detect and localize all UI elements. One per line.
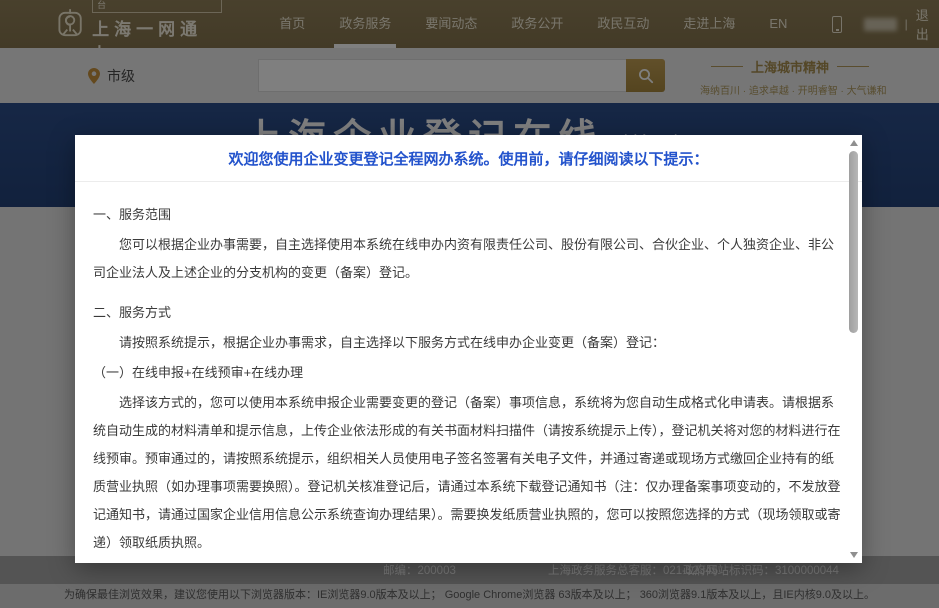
modal-title: 欢迎您使用企业变更登记全程网办系统。使用前，请仔细阅读以下提示： [75,135,862,182]
modal-paragraph: 您可以根据企业办事需要，自主选择使用本系统在线申办内资有限责任公司、股份有限公司… [93,231,842,287]
modal-section-heading: 一、服务范围 [93,201,842,229]
scroll-up-arrow-icon[interactable] [850,140,858,146]
scrollbar-thumb[interactable] [849,151,858,333]
welcome-notice-modal: 欢迎您使用企业变更登记全程网办系统。使用前，请仔细阅读以下提示： 一、服务范围 … [75,135,862,563]
scroll-down-arrow-icon[interactable] [850,552,858,558]
modal-scrollbar[interactable] [848,137,860,561]
modal-list-item: （一）在线申报+在线预审+在线办理 [93,359,842,387]
page: 全国一体化在线政务服务平台 上海一网通办 首页 政务服务 要闻动态 政务公开 政… [0,0,939,608]
modal-section-heading: 二、服务方式 [93,299,842,327]
modal-list-item: （二）在线申报+在线预审+线下办理 [93,559,842,563]
modal-body: 一、服务范围 您可以根据企业办事需要，自主选择使用本系统在线申办内资有限责任公司… [75,183,846,563]
modal-paragraph: 请按照系统提示，根据企业办事需求，自主选择以下服务方式在线申办企业变更（备案）登… [93,329,842,357]
modal-paragraph: 选择该方式的，您可以使用本系统申报企业需要变更的登记（备案）事项信息，系统将为您… [93,389,842,557]
